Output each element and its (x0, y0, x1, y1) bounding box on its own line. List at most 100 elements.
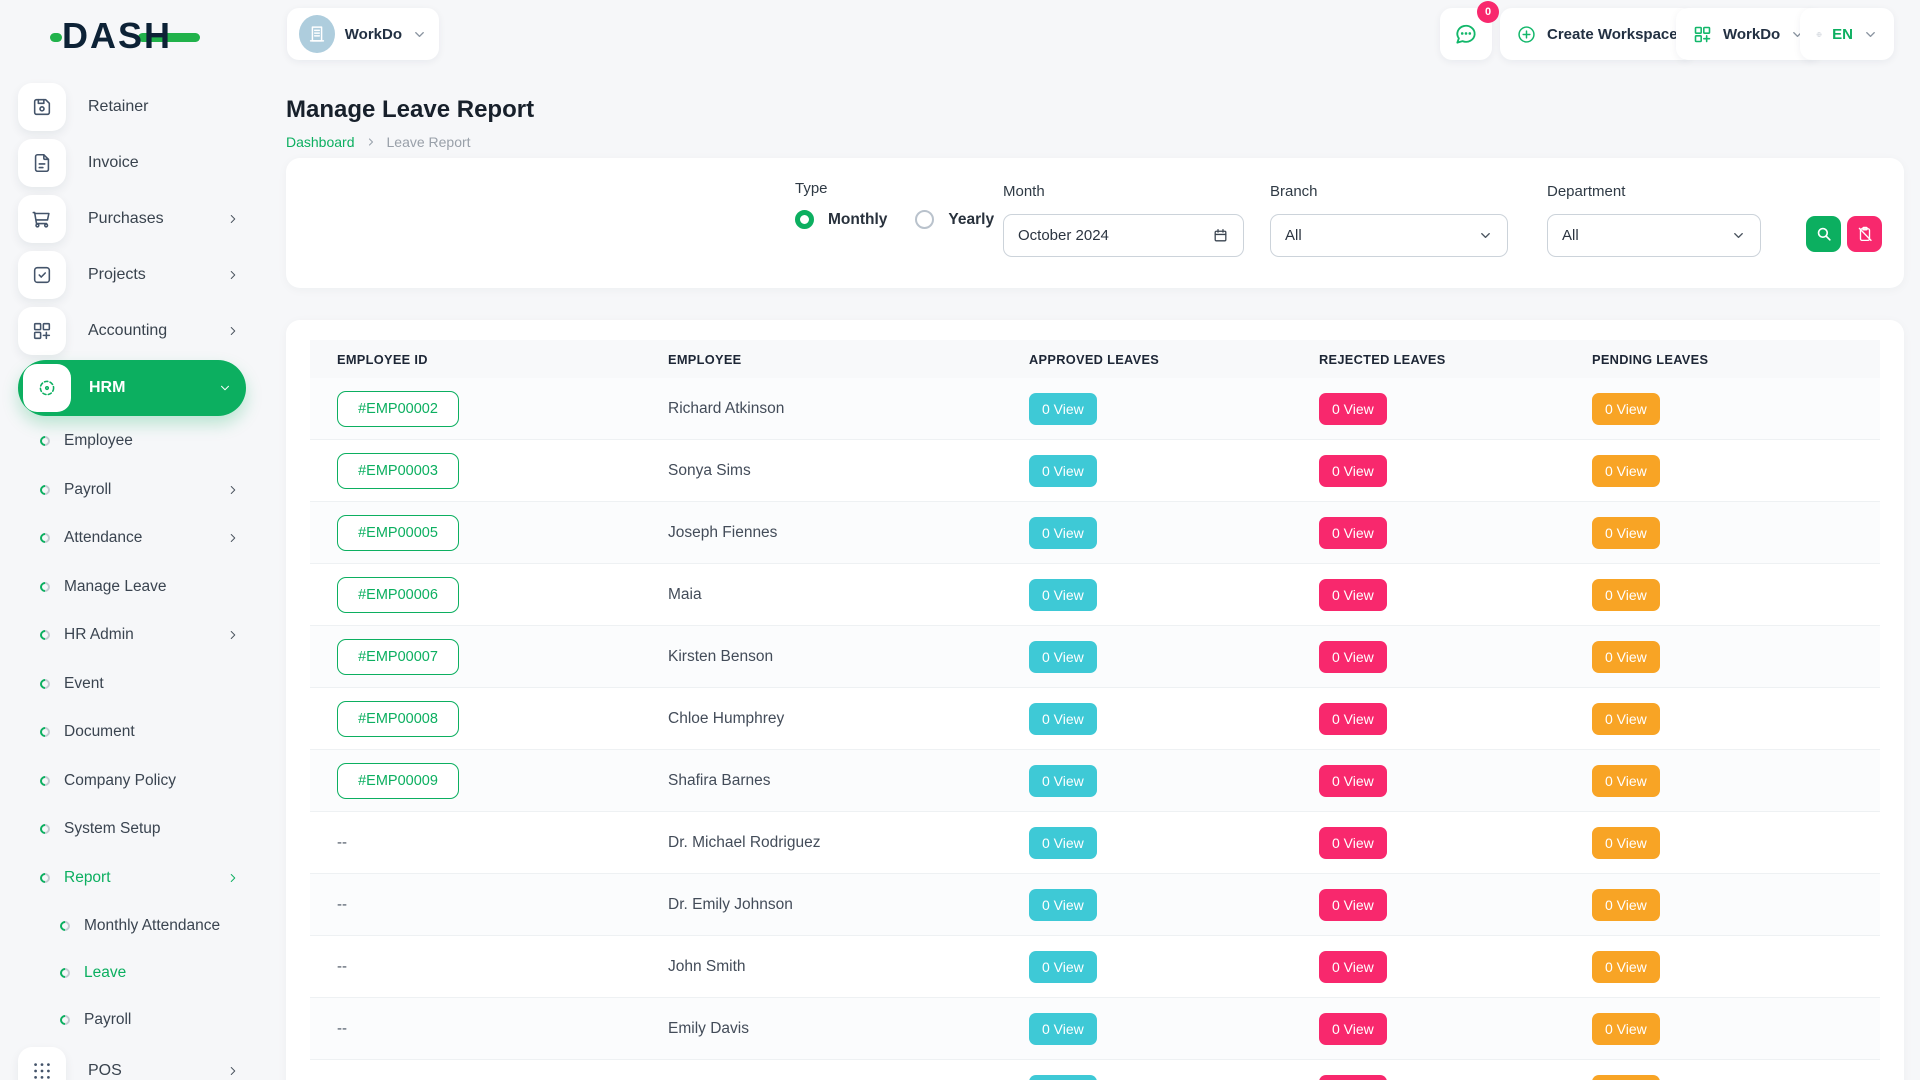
employee-id-button[interactable]: #EMP00002 (337, 391, 459, 427)
employee-id-button[interactable]: #EMP00006 (337, 577, 459, 613)
sidebar-item-purchases[interactable]: Purchases (18, 191, 246, 247)
pending-leaves-view-badge[interactable]: 0 View (1592, 765, 1660, 797)
pending-leaves-view-badge[interactable]: 0 View (1592, 1075, 1660, 1080)
pending-leaves-view-badge[interactable]: 0 View (1592, 579, 1660, 611)
pending-leaves-view-badge[interactable]: 0 View (1592, 1013, 1660, 1045)
rejected-leaves-view-badge[interactable]: 0 View (1319, 517, 1387, 549)
sidebar-item-event[interactable]: Event (18, 660, 246, 709)
pending-leaves-view-badge[interactable]: 0 View (1592, 827, 1660, 859)
sidebar-item-accounting[interactable]: Accounting (18, 303, 246, 359)
sidebar-item-label: Purchases (88, 210, 164, 228)
yearly-radio[interactable] (915, 210, 934, 229)
rejected-leaves-view-badge[interactable]: 0 View (1319, 579, 1387, 611)
employee-id-button[interactable]: #EMP00005 (337, 515, 459, 551)
chevron-down-icon (1731, 228, 1746, 243)
sidebar-item-label: Payroll (84, 1011, 131, 1029)
sidebar-item-attendance[interactable]: Attendance (18, 514, 246, 563)
pending-leaves-view-badge[interactable]: 0 View (1592, 889, 1660, 921)
employee-name: Dr. Michael Rodriguez (668, 834, 1029, 852)
employee-name: Kirsten Benson (668, 648, 1029, 666)
rejected-leaves-view-badge[interactable]: 0 View (1319, 455, 1387, 487)
sidebar-item-document[interactable]: Document (18, 708, 246, 757)
employee-name: Dr. Emily Johnson (668, 896, 1029, 914)
table-row: #EMP00002Richard Atkinson0 View0 View0 V… (310, 378, 1880, 440)
yearly-radio-label[interactable]: Yearly (948, 211, 994, 229)
approved-leaves-view-badge[interactable]: 0 View (1029, 1075, 1097, 1080)
sidebar-item-payroll[interactable]: Payroll (18, 996, 246, 1043)
breadcrumb-dashboard-link[interactable]: Dashboard (286, 134, 355, 150)
sidebar-item-manage-leave[interactable]: Manage Leave (18, 563, 246, 612)
sidebar-item-hrm[interactable]: HRM (18, 360, 246, 416)
hrm-icon (23, 364, 71, 412)
topbar: DASH WorkDo 0 Create Workspace WorkDo (0, 0, 1920, 72)
rejected-leaves-view-badge[interactable]: 0 View (1319, 889, 1387, 921)
pending-leaves-view-badge[interactable]: 0 View (1592, 455, 1660, 487)
sidebar-item-hr-admin[interactable]: HR Admin (18, 611, 246, 660)
messages-count-badge: 0 (1477, 1, 1499, 23)
pending-leaves-view-badge[interactable]: 0 View (1592, 703, 1660, 735)
create-workspace-button[interactable]: Create Workspace (1500, 8, 1694, 60)
employee-id-button[interactable]: #EMP00009 (337, 763, 459, 799)
monthly-radio[interactable] (795, 210, 814, 229)
pending-leaves-view-badge[interactable]: 0 View (1592, 517, 1660, 549)
rejected-leaves-view-badge[interactable]: 0 View (1319, 1075, 1387, 1080)
approved-leaves-view-badge[interactable]: 0 View (1029, 641, 1097, 673)
rejected-leaves-view-badge[interactable]: 0 View (1319, 951, 1387, 983)
sidebar-item-monthly-attendance[interactable]: Monthly Attendance (18, 902, 246, 949)
month-input[interactable]: October 2024 (1003, 214, 1244, 257)
rejected-leaves-view-badge[interactable]: 0 View (1319, 827, 1387, 859)
monthly-radio-label[interactable]: Monthly (828, 211, 887, 229)
workspace-selector[interactable]: WorkDo (287, 8, 439, 60)
sidebar-item-pos[interactable]: POS (18, 1043, 246, 1080)
employee-name: Emily Davis (668, 1020, 1029, 1038)
rejected-leaves-view-badge[interactable]: 0 View (1319, 393, 1387, 425)
chevron-down-icon (218, 381, 232, 395)
language-selector[interactable]: EN (1800, 8, 1894, 60)
rejected-leaves-view-badge[interactable]: 0 View (1319, 1013, 1387, 1045)
approved-leaves-view-badge[interactable]: 0 View (1029, 393, 1097, 425)
employee-id-button[interactable]: #EMP00008 (337, 701, 459, 737)
rejected-leaves-view-badge[interactable]: 0 View (1319, 765, 1387, 797)
reset-filter-button[interactable] (1847, 216, 1882, 252)
approved-leaves-view-badge[interactable]: 0 View (1029, 703, 1097, 735)
pending-leaves-view-badge[interactable]: 0 View (1592, 393, 1660, 425)
bullet-icon (38, 580, 52, 594)
sidebar-item-system-setup[interactable]: System Setup (18, 805, 246, 854)
sidebar-item-payroll[interactable]: Payroll (18, 466, 246, 515)
approved-leaves-view-badge[interactable]: 0 View (1029, 951, 1097, 983)
sidebar-item-employee[interactable]: Employee (18, 417, 246, 466)
approved-leaves-view-badge[interactable]: 0 View (1029, 1013, 1097, 1045)
employee-id-button[interactable]: #EMP00007 (337, 639, 459, 675)
approved-leaves-view-badge[interactable]: 0 View (1029, 765, 1097, 797)
sidebar-item-leave[interactable]: Leave (18, 949, 246, 996)
search-button[interactable] (1806, 216, 1841, 252)
sidebar-item-label: Accounting (88, 322, 167, 340)
approved-leaves-view-badge[interactable]: 0 View (1029, 455, 1097, 487)
branch-select[interactable]: All (1270, 214, 1508, 257)
brand-logo[interactable]: DASH (62, 16, 172, 56)
sidebar-item-retainer[interactable]: Retainer (18, 79, 246, 135)
sidebar-item-label: HR Admin (64, 626, 134, 644)
chevron-down-icon (412, 27, 427, 42)
table-row: --John Smith0 View0 View0 View (310, 936, 1880, 998)
sidebar-item-report[interactable]: Report (18, 854, 246, 903)
rejected-leaves-view-badge[interactable]: 0 View (1319, 641, 1387, 673)
approved-leaves-view-badge[interactable]: 0 View (1029, 579, 1097, 611)
sidebar-item-projects[interactable]: Projects (18, 247, 246, 303)
pending-leaves-view-badge[interactable]: 0 View (1592, 951, 1660, 983)
employee-id-empty: -- (337, 958, 668, 975)
approved-leaves-view-badge[interactable]: 0 View (1029, 517, 1097, 549)
rejected-leaves-view-badge[interactable]: 0 View (1319, 703, 1387, 735)
department-select[interactable]: All (1547, 214, 1761, 257)
col-pending-leaves: Pending Leaves (1592, 352, 1880, 367)
sidebar-item-company-policy[interactable]: Company Policy (18, 757, 246, 806)
pos-icon (18, 1047, 66, 1080)
pending-leaves-view-badge[interactable]: 0 View (1592, 641, 1660, 673)
messages-button[interactable]: 0 (1440, 8, 1492, 60)
approved-leaves-view-badge[interactable]: 0 View (1029, 889, 1097, 921)
sidebar-item-invoice[interactable]: Invoice (18, 135, 246, 191)
month-value: October 2024 (1018, 227, 1109, 244)
projects-icon (18, 251, 66, 299)
employee-id-button[interactable]: #EMP00003 (337, 453, 459, 489)
approved-leaves-view-badge[interactable]: 0 View (1029, 827, 1097, 859)
